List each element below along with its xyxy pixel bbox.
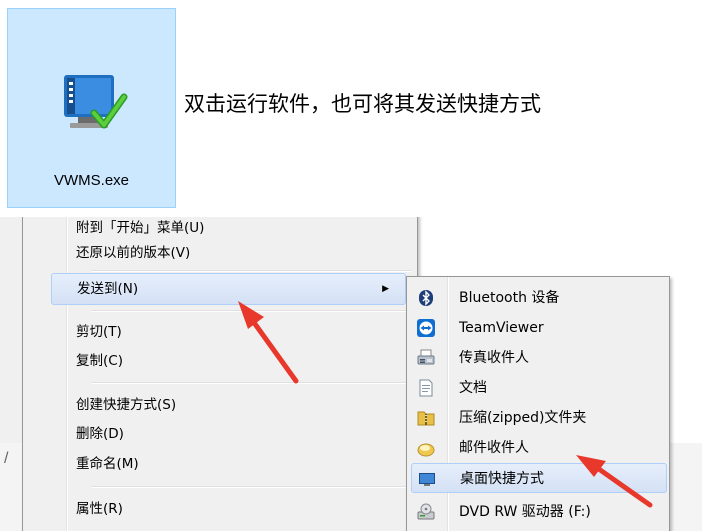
document-icon [419,379,433,397]
application-icon [64,75,128,129]
submenu-arrow-icon: ▶ [382,284,389,294]
fax-icon [417,349,435,365]
submenu-item-label: Bluetooth 设备 [459,290,560,306]
menu-separator [91,486,411,488]
submenu-item-label: 邮件收件人 [459,440,529,456]
submenu-item-label: 传真收件人 [459,350,529,366]
submenu-item-zip[interactable]: 压缩(zipped)文件夹 [411,403,667,433]
file-icon-tile[interactable]: VWMS.exe [7,8,176,208]
submenu-item-label: TeamViewer [459,320,544,336]
context-menu-screenshot: / 附到「开始」菜单(U) 还原以前的版本(V) 发送到(N) ▶ 剪切(T) … [0,217,702,531]
submenu-item-fax[interactable]: 传真收件人 [411,343,667,373]
submenu-item-label: 桌面快捷方式 [460,471,544,487]
submenu-item-label: 压缩(zipped)文件夹 [459,410,587,426]
menu-item-pin-start[interactable]: 附到「开始」菜单(U) [51,217,406,240]
annotation-arrow-icon [576,455,653,508]
dvd-drive-icon [417,503,435,520]
submenu-item-label: 文档 [459,380,487,396]
menu-item-rename[interactable]: 重命名(M) [51,452,406,476]
menu-item-restore-versions[interactable]: 还原以前的版本(V) [51,241,406,265]
submenu-item-bluetooth[interactable]: Bluetooth 设备 [411,283,667,313]
teamviewer-icon [417,319,435,337]
submenu-item-documents[interactable]: 文档 [411,373,667,403]
bluetooth-icon [419,290,433,306]
context-menu: 附到「开始」菜单(U) 还原以前的版本(V) 发送到(N) ▶ 剪切(T) 复制… [22,217,418,531]
annotation-arrow-icon [238,301,299,384]
background-text: / [4,450,9,467]
menu-item-properties[interactable]: 属性(R) [51,497,406,521]
mail-icon [417,443,435,457]
instruction-text: 双击运行软件，也可将其发送快捷方式 [184,92,541,116]
menu-item-send-to-label: 发送到(N) [77,281,139,297]
menu-separator [91,270,411,272]
file-name-label: VWMS.exe [53,172,129,189]
submenu-item-teamviewer[interactable]: TeamViewer [411,313,667,343]
menu-item-create-shortcut[interactable]: 创建快捷方式(S) [51,393,406,417]
menu-item-delete[interactable]: 删除(D) [51,422,406,446]
desktop-icon [419,473,435,486]
zip-folder-icon [417,411,435,426]
